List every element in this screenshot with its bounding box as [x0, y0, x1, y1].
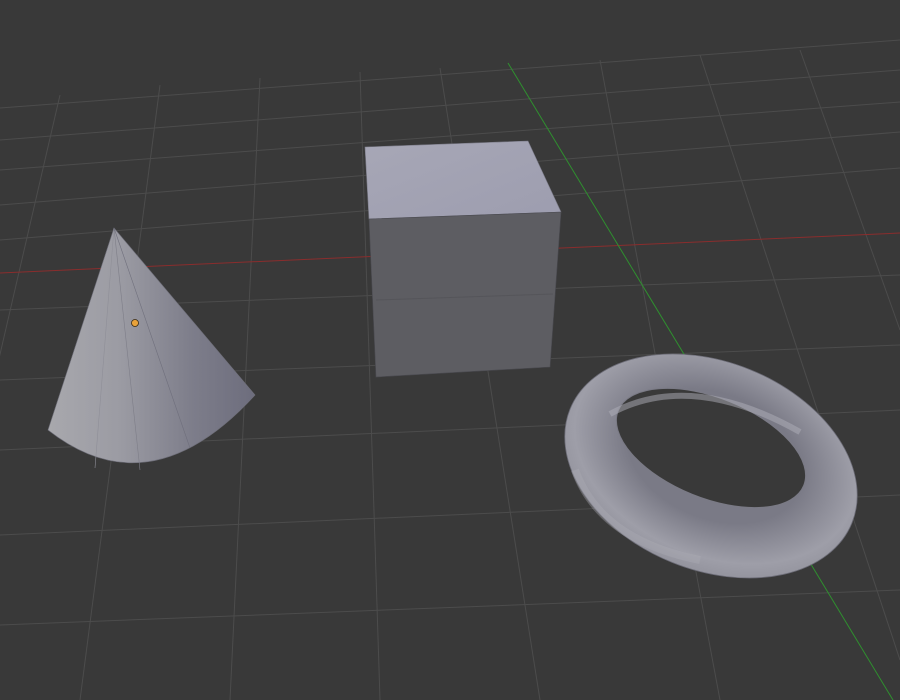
3d-viewport[interactable]: [0, 0, 900, 700]
viewport-canvas[interactable]: [0, 0, 900, 700]
origin-marker-icon: [131, 319, 139, 327]
cube-object[interactable]: [364, 140, 562, 378]
